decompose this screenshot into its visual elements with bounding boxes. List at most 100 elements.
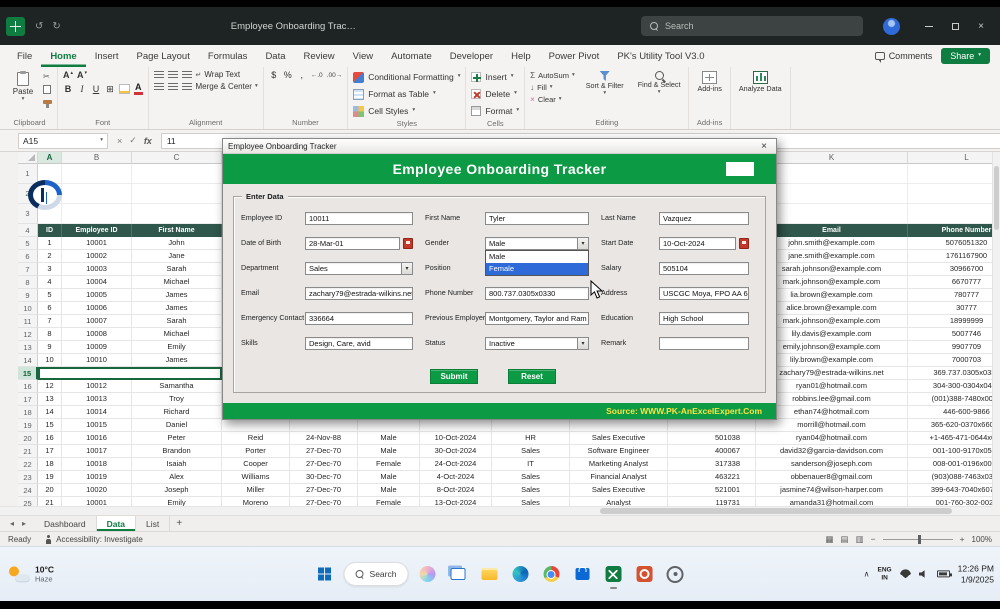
ribbon-tab-page-layout[interactable]: Page Layout (127, 45, 198, 67)
wifi-icon[interactable] (900, 570, 911, 579)
calendar-icon[interactable] (739, 238, 749, 249)
cell-email-13[interactable]: emily.johnson@example.com (756, 341, 908, 354)
share-button[interactable]: Share ▾ (941, 48, 990, 64)
find-select-button[interactable]: Find & Select▾ (635, 70, 684, 96)
cell-email-23[interactable]: obbenauer8@gmail.com (756, 471, 908, 484)
cell-first-6[interactable]: Jane (132, 250, 222, 263)
cell-first-19[interactable]: Daniel (132, 419, 222, 432)
cell-phone-5[interactable]: 5076051320 (908, 237, 992, 250)
cell-email-9[interactable]: lia.brown@example.com (756, 289, 908, 302)
merge-center-button[interactable]: Merge & Center▾ (196, 82, 258, 91)
cell-phone-23[interactable]: (903)088-7463x0349 (908, 471, 992, 484)
dropdown-arrow-icon[interactable]: ▾ (577, 338, 588, 349)
cell-phone-17[interactable]: (001)388-7480x0049 (908, 393, 992, 406)
cell-emp-20[interactable]: 10016 (62, 432, 132, 445)
cell-first-23[interactable]: Alex (132, 471, 222, 484)
cell-first-22[interactable]: Isaiah (132, 458, 222, 471)
column-header-L[interactable]: L (908, 152, 992, 164)
ribbon-tab-insert[interactable]: Insert (86, 45, 128, 67)
fill-button[interactable]: ↓Fill▾ (530, 83, 575, 92)
cell-first-8[interactable]: Michael (132, 276, 222, 289)
cell-first-14[interactable]: James (132, 354, 222, 367)
cell-phone-10[interactable]: 30777 (908, 302, 992, 315)
cell-first-5[interactable]: John (132, 237, 222, 250)
cell-gender-23[interactable]: Male (358, 471, 420, 484)
cell-sal-24[interactable]: 521001 (668, 484, 756, 497)
cell-phone-19[interactable]: 365-620-0370x66000 (908, 419, 992, 432)
maximize-button[interactable] (942, 7, 968, 45)
cell-id-24[interactable]: 20 (38, 484, 62, 497)
titlebar-search-box[interactable]: Search (641, 16, 863, 36)
cell-emp-6[interactable]: 10002 (62, 250, 132, 263)
copilot-icon[interactable] (415, 562, 439, 586)
accounting-format-button[interactable]: $ (269, 70, 279, 80)
field-status[interactable]: Inactive▾ (485, 337, 589, 350)
zoom-slider[interactable] (883, 539, 953, 540)
cell-id-5[interactable]: 1 (38, 237, 62, 250)
new-sheet-button[interactable]: + (170, 516, 188, 531)
cell-email-20[interactable]: ryan04@hotmail.com (756, 432, 908, 445)
volume-icon[interactable] (919, 570, 929, 579)
insert-function-icon[interactable]: fx (144, 136, 152, 146)
cell-gender-25[interactable]: Female (358, 497, 420, 506)
ribbon-tab-help[interactable]: Help (502, 45, 540, 67)
cell-id-17[interactable]: 13 (38, 393, 62, 406)
row-header-9[interactable]: 9 (18, 289, 38, 302)
cell-email-10[interactable]: alice.brown@example.com (756, 302, 908, 315)
undo-icon[interactable]: ↺ (35, 21, 43, 32)
row-header-5[interactable]: 5 (18, 237, 38, 250)
cell-last-22[interactable]: Cooper (222, 458, 290, 471)
row-header-17[interactable]: 17 (18, 393, 38, 406)
field-emergency[interactable]: 336664 (305, 312, 413, 325)
cell-emp-23[interactable]: 10019 (62, 471, 132, 484)
field-start_date[interactable]: 10-Oct-2024 (659, 237, 749, 250)
cell-id-20[interactable]: 16 (38, 432, 62, 445)
underline-button[interactable]: U (91, 84, 101, 94)
row-header-8[interactable]: 8 (18, 276, 38, 289)
cell-id-22[interactable]: 18 (38, 458, 62, 471)
cell-email-6[interactable]: jane.smith@example.com (756, 250, 908, 263)
cell-emp-16[interactable]: 10012 (62, 380, 132, 393)
cell-gender-20[interactable]: Male (358, 432, 420, 445)
cell-id-15[interactable]: 11 (38, 367, 62, 380)
conditional-formatting-button[interactable]: Conditional Formatting▾ (353, 70, 460, 84)
align-middle-icon[interactable] (168, 71, 178, 79)
cell-emp-9[interactable]: 10005 (62, 289, 132, 302)
sheet-tab-dashboard[interactable]: Dashboard (34, 516, 97, 531)
cell-pos-19[interactable] (570, 419, 668, 432)
cell-pos-23[interactable]: Financial Analyst (570, 471, 668, 484)
cell-phone-8[interactable]: 6670777 (908, 276, 992, 289)
cell-phone-6[interactable]: 1761167900 (908, 250, 992, 263)
analyze-data-button[interactable]: Analyze Data (736, 70, 785, 93)
cell-emp-13[interactable]: 10009 (62, 341, 132, 354)
cell-email-7[interactable]: sarah.johnson@example.com (756, 263, 908, 276)
vertical-scrollbar[interactable] (992, 152, 1000, 506)
cell-first-3[interactable] (132, 204, 222, 224)
sheet-nav-right-icon[interactable]: ▸ (18, 516, 30, 531)
field-address[interactable]: USCGC Moya, FPO AA 65680 (659, 287, 749, 300)
redo-icon[interactable]: ↻ (52, 21, 60, 32)
cell-pos-24[interactable]: Sales Executive (570, 484, 668, 497)
cell-last-19[interactable] (222, 419, 290, 432)
cell-pos-25[interactable]: Analyst (570, 497, 668, 506)
cell-phone-22[interactable]: 008-001-0196x0000 (908, 458, 992, 471)
cell-emp-10[interactable]: 10006 (62, 302, 132, 315)
cell-first-16[interactable]: Samantha (132, 380, 222, 393)
row-header-14[interactable]: 14 (18, 354, 38, 367)
task-view-icon[interactable] (446, 562, 470, 586)
align-right-icon[interactable] (182, 83, 192, 91)
row-header-12[interactable]: 12 (18, 328, 38, 341)
cell-emp-11[interactable]: 10007 (62, 315, 132, 328)
select-all-button[interactable] (18, 152, 38, 164)
ribbon-tab-review[interactable]: Review (295, 45, 344, 67)
cell-sal-19[interactable] (668, 419, 756, 432)
sheet-tab-list[interactable]: List (136, 516, 170, 531)
cell-first-12[interactable]: Michael (132, 328, 222, 341)
ribbon-tab-formulas[interactable]: Formulas (199, 45, 257, 67)
cell-start-21[interactable]: 30-Oct-2024 (420, 445, 492, 458)
autosum-button[interactable]: ΣAutoSum▾ (530, 71, 575, 80)
horizontal-scrollbar[interactable] (0, 506, 992, 515)
weather-widget[interactable]: 10°CHaze (8, 564, 54, 583)
user-avatar[interactable] (883, 18, 900, 35)
cell-phone-3[interactable] (908, 204, 992, 224)
